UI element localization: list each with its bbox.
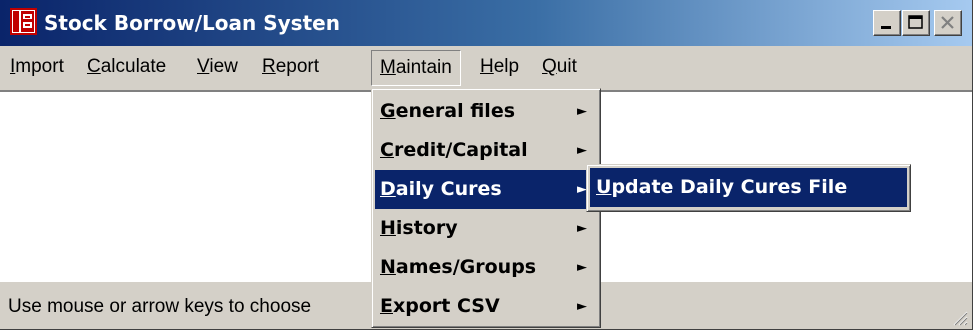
close-button[interactable]: [934, 10, 962, 36]
menu-item-daily-cures[interactable]: Daily Cures ►: [375, 170, 597, 209]
menu-item-names-groups[interactable]: Names/Groups ►: [375, 248, 597, 287]
submenu-arrow-icon: ►: [577, 221, 587, 236]
resize-grip-icon[interactable]: [950, 308, 968, 326]
maximize-button[interactable]: [902, 10, 930, 36]
menu-quit[interactable]: Quit: [542, 46, 577, 88]
menu-report[interactable]: Report: [262, 46, 319, 88]
menu-item-export-csv[interactable]: Export CSV ►: [375, 287, 597, 326]
minimize-icon: [881, 26, 891, 29]
menu-bar: Import Calculate View Report Maintain He…: [0, 46, 972, 88]
submenu-arrow-icon: ►: [577, 104, 587, 119]
submenu-arrow-icon: ►: [577, 260, 587, 275]
maintain-dropdown-menu: General files ► Credit/Capital ► Daily C…: [371, 88, 601, 328]
close-icon: [941, 16, 954, 29]
menu-view[interactable]: View: [197, 46, 238, 88]
minimize-button[interactable]: [873, 10, 901, 36]
maximize-icon: [908, 15, 923, 29]
menu-item-history[interactable]: History ►: [375, 209, 597, 248]
menu-help[interactable]: Help: [480, 46, 519, 88]
menu-item-credit-capital[interactable]: Credit/Capital ►: [375, 131, 597, 170]
menu-item-update-daily-cures-file[interactable]: Update Daily Cures File: [590, 168, 907, 207]
window-title: Stock Borrow/Loan Systen: [44, 11, 340, 35]
menu-import[interactable]: Import: [10, 46, 64, 88]
menu-item-general-files[interactable]: General files ►: [375, 92, 597, 131]
daily-cures-submenu: Update Daily Cures File: [586, 164, 911, 212]
menu-maintain[interactable]: Maintain: [371, 50, 461, 86]
menu-calculate[interactable]: Calculate: [87, 46, 166, 88]
title-bar[interactable]: Stock Borrow/Loan Systen: [0, 0, 972, 46]
submenu-arrow-icon: ►: [577, 299, 587, 314]
app-icon[interactable]: [10, 8, 37, 35]
status-message: Use mouse or arrow keys to choose: [8, 296, 312, 317]
